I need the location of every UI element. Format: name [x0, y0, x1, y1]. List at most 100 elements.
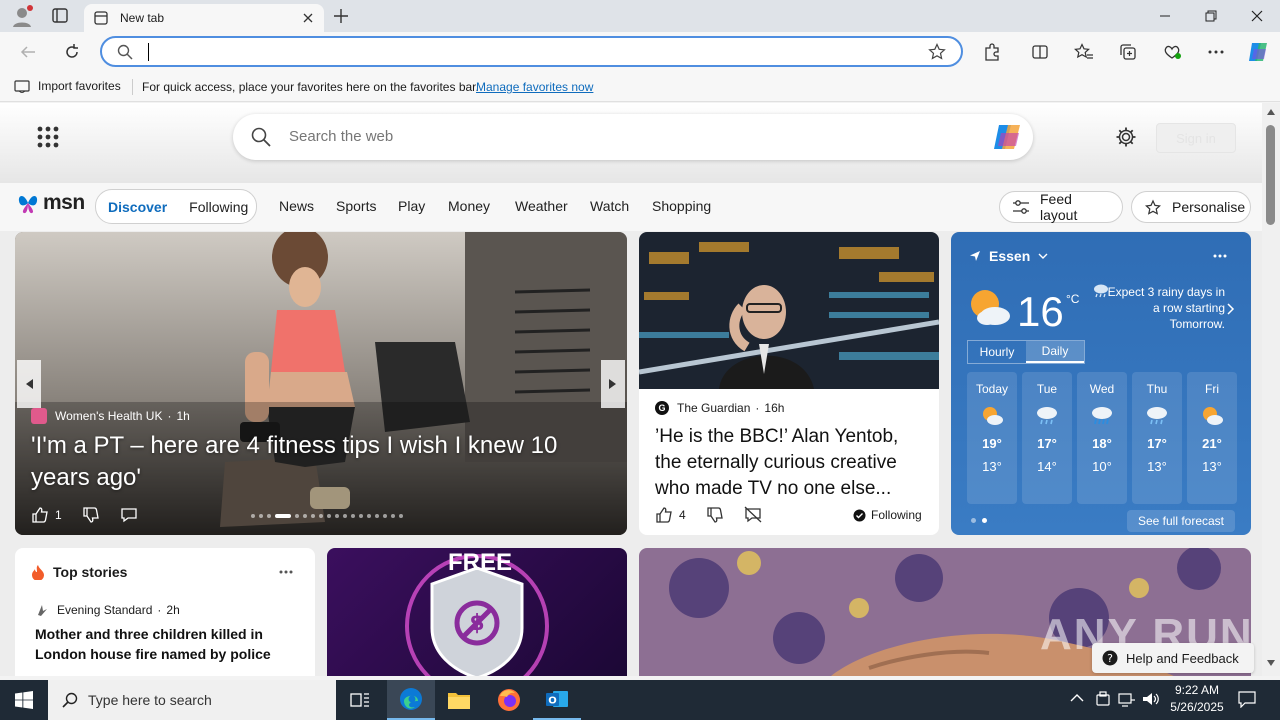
- network-icon[interactable]: [1118, 691, 1136, 707]
- sign-in-button[interactable]: Sign in: [1156, 123, 1236, 153]
- split-screen-icon[interactable]: [1026, 40, 1054, 64]
- copilot-icon[interactable]: [1244, 40, 1272, 64]
- scroll-down-arrow[interactable]: [1267, 660, 1275, 666]
- clock[interactable]: 9:22 AM 5/26/2025: [1162, 682, 1232, 716]
- favorite-star-icon[interactable]: [928, 43, 946, 61]
- forecast-day-fri[interactable]: Fri 21° 13°: [1187, 372, 1237, 504]
- taskbar-explorer[interactable]: [435, 680, 483, 720]
- restore-button[interactable]: [1188, 0, 1234, 32]
- forecast-day-wed[interactable]: Wed 18° 10°: [1077, 372, 1127, 504]
- volume-icon[interactable]: [1142, 691, 1160, 707]
- carousel-dot[interactable]: [311, 514, 315, 518]
- location-row[interactable]: Essen: [969, 248, 1048, 264]
- back-button[interactable]: [14, 40, 42, 64]
- feed-layout-button[interactable]: Feed layout: [999, 191, 1123, 223]
- apps-launcher-icon[interactable]: [36, 125, 60, 149]
- carousel-dot[interactable]: [275, 514, 291, 518]
- chevron-right-icon[interactable]: [1227, 303, 1235, 315]
- collections-icon[interactable]: [1114, 40, 1142, 64]
- address-input[interactable]: [148, 43, 908, 61]
- tab-discover[interactable]: Discover: [108, 199, 167, 215]
- scroll-up-arrow[interactable]: [1267, 109, 1275, 115]
- carousel-dot[interactable]: [351, 514, 355, 518]
- scroll-thumb[interactable]: [1266, 125, 1275, 225]
- forecast-day-tue[interactable]: Tue 17° 14°: [1022, 372, 1072, 504]
- carousel-dot[interactable]: [343, 514, 347, 518]
- msn-logo[interactable]: msn: [16, 191, 85, 215]
- forecast-day-today[interactable]: Today 19° 13°: [967, 372, 1017, 504]
- close-window-button[interactable]: [1234, 0, 1280, 32]
- refresh-button[interactable]: [58, 40, 86, 64]
- taskbar-search-box[interactable]: Type here to search: [48, 680, 336, 720]
- help-feedback-button[interactable]: ? Help and Feedback: [1092, 643, 1254, 673]
- nav-money[interactable]: Money: [448, 198, 490, 214]
- dislike-icon[interactable]: [706, 506, 724, 524]
- new-tab-button[interactable]: [330, 6, 352, 26]
- weather-more-icon[interactable]: [1213, 254, 1227, 258]
- carousel-dot[interactable]: [399, 514, 403, 518]
- taskbar-edge[interactable]: [387, 680, 435, 720]
- tab-new-tab[interactable]: New tab: [84, 4, 324, 32]
- top-stories-more-icon[interactable]: [279, 570, 293, 574]
- forecast-day-thu[interactable]: Thu 17° 13°: [1132, 372, 1182, 504]
- manage-favorites-link[interactable]: Manage favorites now: [476, 80, 593, 94]
- carousel-dots[interactable]: [247, 513, 407, 521]
- guardian-article-card[interactable]: G The Guardian · 16h ’He is the BBC!’ Al…: [639, 232, 939, 535]
- address-bar[interactable]: [100, 36, 963, 67]
- nav-sports[interactable]: Sports: [336, 198, 376, 214]
- notifications-icon[interactable]: [1238, 690, 1256, 708]
- page-dots[interactable]: [971, 518, 987, 523]
- taskbar-firefox[interactable]: [485, 680, 533, 720]
- like-icon[interactable]: [655, 506, 673, 524]
- tab-daily[interactable]: Daily: [1026, 341, 1084, 363]
- like-icon[interactable]: [31, 506, 49, 524]
- carousel-dot[interactable]: [383, 514, 387, 518]
- performance-icon[interactable]: [1158, 40, 1186, 64]
- carousel-dot[interactable]: [295, 514, 299, 518]
- top-story-headline[interactable]: Mother and three children killed in Lond…: [35, 624, 295, 664]
- temp-unit[interactable]: °C: [1066, 292, 1079, 306]
- tray-overflow-icon[interactable]: [1070, 693, 1084, 703]
- page-dot[interactable]: [971, 518, 976, 523]
- extensions-icon[interactable]: [978, 40, 1006, 64]
- taskbar-outlook[interactable]: O: [533, 680, 581, 720]
- carousel-dot[interactable]: [251, 514, 255, 518]
- import-favorites-button[interactable]: Import favorites: [14, 79, 121, 93]
- carousel-dot[interactable]: [327, 514, 331, 518]
- minimize-button[interactable]: [1142, 0, 1188, 32]
- carousel-dot[interactable]: [303, 514, 307, 518]
- nav-weather[interactable]: Weather: [515, 198, 568, 214]
- page-dot[interactable]: [982, 518, 987, 523]
- nav-shopping[interactable]: Shopping: [652, 198, 711, 214]
- comments-off-icon[interactable]: [744, 506, 762, 524]
- carousel-dot[interactable]: [335, 514, 339, 518]
- carousel-dot[interactable]: [319, 514, 323, 518]
- start-button[interactable]: [0, 680, 48, 720]
- comment-icon[interactable]: [120, 506, 138, 524]
- rain-alert[interactable]: Expect 3 rainy days in a row starting To…: [1094, 284, 1225, 332]
- web-search-input[interactable]: Search the web: [289, 128, 393, 145]
- carousel-prev-button[interactable]: [17, 360, 41, 408]
- carousel-dot[interactable]: [375, 514, 379, 518]
- weather-card[interactable]: Essen 16 °C Expect 3 rainy days in a row…: [951, 232, 1251, 535]
- guardian-headline[interactable]: ’He is the BBC!’ Alan Yentob, the eterna…: [655, 424, 927, 502]
- dislike-icon[interactable]: [82, 506, 100, 524]
- nav-watch[interactable]: Watch: [590, 198, 629, 214]
- task-view-button[interactable]: [336, 680, 384, 720]
- carousel-dot[interactable]: [359, 514, 363, 518]
- hero-article-card[interactable]: Women's Health UK · 1h 'I'm a PT – here …: [15, 232, 627, 535]
- close-tab-icon[interactable]: [302, 12, 314, 24]
- promo-card[interactable]: $ FREE: [327, 548, 627, 676]
- personalise-button[interactable]: Personalise: [1131, 191, 1251, 223]
- page-scrollbar[interactable]: [1262, 103, 1280, 676]
- carousel-dot[interactable]: [391, 514, 395, 518]
- nav-play[interactable]: Play: [398, 198, 425, 214]
- favorites-icon[interactable]: [1070, 40, 1098, 64]
- defender-tray-icon[interactable]: [1095, 691, 1111, 707]
- carousel-dot[interactable]: [259, 514, 263, 518]
- carousel-dot[interactable]: [267, 514, 271, 518]
- tab-following[interactable]: Following: [189, 199, 248, 215]
- hero-headline[interactable]: 'I'm a PT – here are 4 fitness tips I wi…: [31, 430, 601, 494]
- see-full-forecast-button[interactable]: See full forecast: [1127, 510, 1235, 532]
- following-badge[interactable]: Following: [853, 508, 922, 522]
